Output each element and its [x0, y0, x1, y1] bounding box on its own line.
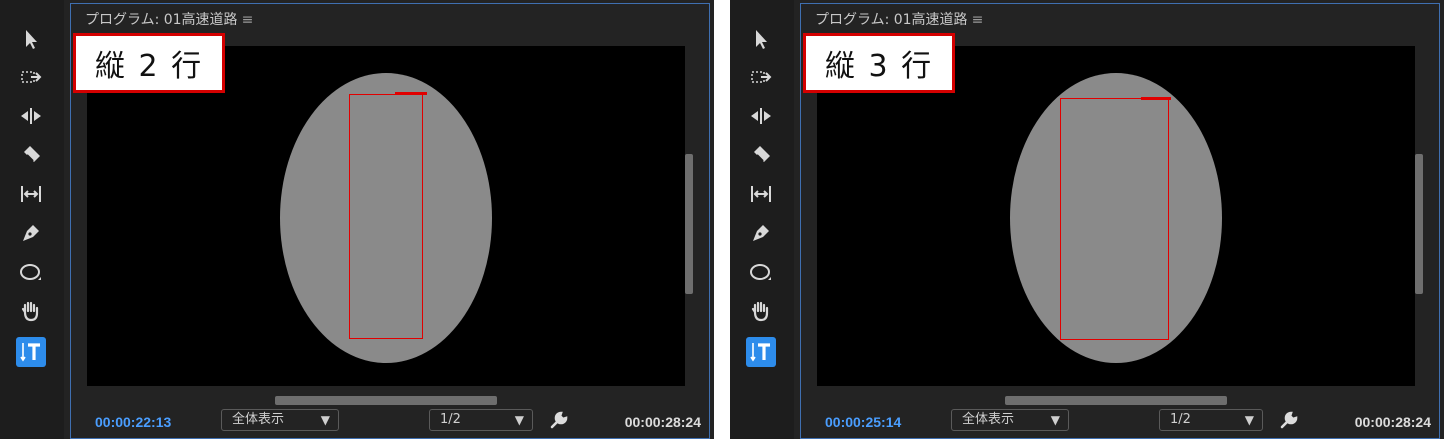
track-select-tool-icon	[21, 71, 42, 83]
current-timecode[interactable]: 00:00:25:14	[825, 414, 901, 430]
vertical-type-tool-icon	[750, 343, 770, 362]
track-select-tool-icon	[751, 71, 772, 83]
text-frame-box[interactable]	[349, 94, 423, 339]
video-canvas[interactable]	[87, 46, 685, 386]
annotation-label: 縦 2 行	[73, 33, 225, 93]
razor-tool-icon	[24, 146, 40, 162]
text-cursor	[395, 92, 427, 95]
panel-menu-icon[interactable]: ≡	[972, 12, 984, 28]
slip-tool[interactable]	[744, 179, 778, 209]
annotation-label: 縦 3 行	[803, 33, 955, 93]
hand-tool[interactable]	[744, 296, 778, 326]
vertical-type-tool[interactable]	[16, 337, 46, 367]
video-canvas[interactable]	[817, 46, 1415, 386]
text-cursor	[1141, 97, 1171, 100]
vertical-type-tool-icon	[20, 343, 40, 362]
hand-tool-icon	[21, 301, 39, 322]
razor-tool[interactable]	[14, 140, 48, 170]
vertical-scrollbar[interactable]	[685, 154, 693, 294]
tools-panel	[0, 0, 64, 439]
ellipse-tool-icon	[750, 264, 771, 280]
pen-tool[interactable]	[14, 218, 48, 248]
pen-tool-icon	[753, 225, 769, 241]
chevron-down-icon: ▼	[514, 413, 524, 427]
slip-tool[interactable]	[14, 179, 48, 209]
zoom-level-select[interactable]: 全体表示 ▼	[221, 409, 339, 431]
duration-timecode: 00:00:28:24	[1354, 414, 1431, 430]
panel-title: プログラム: 01高速道路 ≡	[85, 12, 254, 28]
chevron-down-icon: ▼	[320, 413, 330, 427]
selection-tool-icon	[26, 30, 37, 49]
current-timecode[interactable]: 00:00:22:13	[95, 414, 171, 430]
program-monitor-panel-2: プログラム: 01高速道路 ≡ 00:00:25:14 全体表示 ▼ 1/2 ▼ …	[730, 0, 1444, 439]
track-select-tool[interactable]	[744, 62, 778, 92]
pen-tool-icon	[23, 225, 39, 241]
wrench-icon[interactable]	[549, 410, 569, 430]
text-frame-box[interactable]	[1060, 98, 1169, 340]
ellipse-tool[interactable]	[14, 257, 48, 287]
vertical-scrollbar[interactable]	[1415, 154, 1423, 294]
selection-tool[interactable]	[14, 24, 48, 54]
ripple-edit-tool-icon	[21, 108, 41, 124]
panel-title: プログラム: 01高速道路 ≡	[815, 12, 984, 28]
selection-tool-icon	[756, 30, 767, 49]
pen-tool[interactable]	[744, 218, 778, 248]
ellipse-tool-icon	[20, 264, 41, 280]
ellipse-tool[interactable]	[744, 257, 778, 287]
track-select-tool[interactable]	[14, 62, 48, 92]
hand-tool-icon	[751, 301, 769, 322]
razor-tool-icon	[754, 146, 770, 162]
playback-resolution-select[interactable]: 1/2 ▼	[1159, 409, 1263, 431]
program-monitor-panel-1: プログラム: 01高速道路 ≡ 00:00:22:13 全体表示 ▼ 1/2 ▼ …	[0, 0, 714, 439]
horizontal-scrollbar[interactable]	[1005, 396, 1227, 405]
horizontal-scrollbar[interactable]	[275, 396, 497, 405]
slip-tool-icon	[751, 186, 771, 202]
ripple-edit-tool[interactable]	[14, 101, 48, 131]
wrench-icon[interactable]	[1279, 410, 1299, 430]
ripple-edit-tool[interactable]	[744, 101, 778, 131]
ripple-edit-tool-icon	[751, 108, 771, 124]
selection-tool[interactable]	[744, 24, 778, 54]
zoom-level-select[interactable]: 全体表示 ▼	[951, 409, 1069, 431]
playback-resolution-select[interactable]: 1/2 ▼	[429, 409, 533, 431]
duration-timecode: 00:00:28:24	[624, 414, 701, 430]
vertical-type-tool[interactable]	[746, 337, 776, 367]
tools-panel	[730, 0, 794, 439]
slip-tool-icon	[21, 186, 41, 202]
razor-tool[interactable]	[744, 140, 778, 170]
panel-menu-icon[interactable]: ≡	[242, 12, 254, 28]
chevron-down-icon: ▼	[1244, 413, 1254, 427]
chevron-down-icon: ▼	[1050, 413, 1060, 427]
hand-tool[interactable]	[14, 296, 48, 326]
